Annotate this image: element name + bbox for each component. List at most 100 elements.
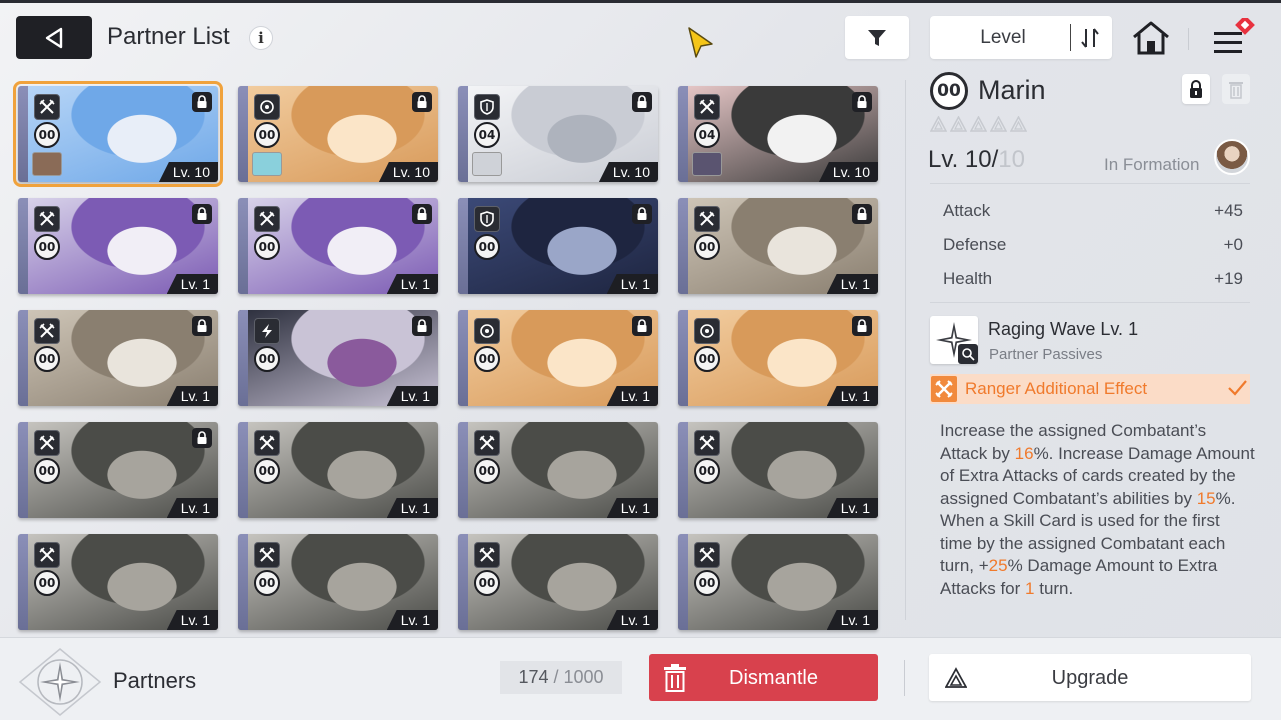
card-edge-strip — [238, 534, 248, 630]
card-edge-strip — [458, 422, 468, 518]
ego-badge: 00 — [34, 570, 60, 596]
panel-divider — [905, 80, 906, 620]
partner-card[interactable]: 00 Lv. 10 — [238, 86, 438, 182]
header-divider — [1188, 28, 1189, 50]
card-edge-strip — [458, 198, 468, 294]
lock-icon — [412, 316, 432, 336]
sort-order-button[interactable] — [1072, 22, 1108, 53]
highlight-value: 1 — [1025, 578, 1035, 598]
partner-card[interactable]: 00 Lv. 1 — [458, 534, 658, 630]
card-edge-strip — [458, 86, 468, 182]
stat-value: +45 — [1214, 201, 1243, 220]
card-edge-strip — [678, 422, 688, 518]
partner-card[interactable]: 00 Lv. 1 — [238, 534, 438, 630]
upgrade-button[interactable]: Upgrade — [929, 654, 1251, 701]
lock-icon — [632, 204, 652, 224]
partner-card[interactable]: 00 Lv. 1 — [678, 534, 878, 630]
lock-icon — [192, 204, 212, 224]
lock-icon — [192, 316, 212, 336]
ego-badge: 00 — [474, 234, 500, 260]
magnify-icon[interactable] — [958, 344, 978, 364]
sort-divider — [1070, 24, 1071, 51]
partner-card[interactable]: 00 Lv. 1 — [678, 422, 878, 518]
swords-icon — [474, 430, 500, 456]
partner-card[interactable]: 00 Lv. 1 — [458, 310, 658, 406]
lock-icon — [412, 204, 432, 224]
card-edge-strip — [458, 534, 468, 630]
swords-icon — [34, 430, 60, 456]
formation-status: In Formation — [1104, 155, 1200, 174]
partner-card[interactable]: 00 Lv. 1 — [238, 198, 438, 294]
delete-button[interactable] — [1222, 74, 1250, 104]
card-edge-strip — [18, 198, 28, 294]
swords-icon — [694, 94, 720, 120]
swords-icon — [34, 542, 60, 568]
ego-badge: 04 — [474, 122, 500, 148]
card-edge-strip — [678, 310, 688, 406]
swords-icon — [254, 206, 280, 232]
partner-card[interactable]: 00 Lv. 1 — [18, 534, 218, 630]
ranger-effect-label: Ranger Additional Effect — [965, 379, 1148, 398]
partner-level-badge: Lv. 10 — [158, 162, 218, 182]
card-edge-strip — [18, 86, 28, 182]
sort-dropdown[interactable]: Level — [930, 27, 1076, 49]
partner-level-badge: Lv. 10 — [598, 162, 658, 182]
home-button[interactable] — [1130, 19, 1172, 57]
lock-toggle-button[interactable] — [1182, 74, 1210, 104]
swords-icon — [254, 430, 280, 456]
highlight-value: 15 — [1196, 488, 1216, 508]
stat-label: Attack — [943, 201, 991, 220]
partner-card[interactable]: 00 Lv. 1 — [238, 310, 438, 406]
ego-badge: 00 — [694, 346, 720, 372]
lock-icon — [632, 92, 652, 112]
level-max: 10 — [998, 146, 1025, 173]
card-edge-strip — [18, 422, 28, 518]
ego-badge: 00 — [254, 122, 280, 148]
card-edge-strip — [238, 310, 248, 406]
ego-badge: 00 — [34, 458, 60, 484]
card-edge-strip — [678, 86, 688, 182]
partner-card[interactable]: 00 Lv. 1 — [678, 310, 878, 406]
formation-avatar[interactable] — [1214, 139, 1250, 175]
cursor-arrow-icon — [688, 27, 713, 58]
detail-ego-badge: 00 — [930, 72, 968, 110]
card-edge-strip — [678, 198, 688, 294]
swords-icon — [694, 542, 720, 568]
skill-type: Partner Passives — [989, 346, 1103, 363]
count-separator: / — [548, 667, 564, 687]
lock-icon — [192, 428, 212, 448]
count-current: 174 — [518, 667, 549, 687]
shield-icon — [474, 206, 500, 232]
count-max: 1000 — [563, 667, 604, 687]
partner-card[interactable]: 00 Lv. 1 — [18, 310, 218, 406]
stat-label: Defense — [943, 235, 1007, 254]
partner-card[interactable]: 00 Lv. 1 — [18, 198, 218, 294]
partner-card[interactable]: 00 Lv. 10 — [13, 81, 223, 187]
bottom-title: Partners — [113, 668, 197, 693]
ego-badge: 00 — [474, 346, 500, 372]
ranger-class-icon — [931, 376, 957, 402]
dismantle-button[interactable]: Dismantle — [649, 654, 878, 701]
swords-icon — [474, 542, 500, 568]
swords-icon — [34, 94, 60, 120]
swords-icon — [34, 318, 60, 344]
star-outline-icon — [950, 116, 967, 132]
partner-card[interactable]: 04 Lv. 10 — [458, 86, 658, 182]
compass-emblem-icon — [18, 648, 102, 716]
ego-badge: 00 — [254, 570, 280, 596]
sort-control: Level — [930, 16, 1112, 59]
partner-card[interactable]: 00 Lv. 1 — [458, 422, 658, 518]
card-edge-strip — [238, 198, 248, 294]
highlight-value: 16 — [1014, 443, 1034, 463]
home-icon — [1133, 21, 1169, 55]
partner-card[interactable]: 00 Lv. 1 — [458, 198, 658, 294]
star-rating — [930, 116, 1027, 132]
stat-row: Attack +45 — [943, 201, 1243, 221]
stat-value: +19 — [1214, 269, 1243, 288]
partner-card[interactable]: 00 Lv. 1 — [238, 422, 438, 518]
ego-badge: 00 — [254, 346, 280, 372]
partner-card[interactable]: 04 Lv. 10 — [678, 86, 878, 182]
partner-card[interactable]: 00 Lv. 1 — [18, 422, 218, 518]
menu-button[interactable] — [1210, 15, 1260, 58]
partner-card[interactable]: 00 Lv. 1 — [678, 198, 878, 294]
